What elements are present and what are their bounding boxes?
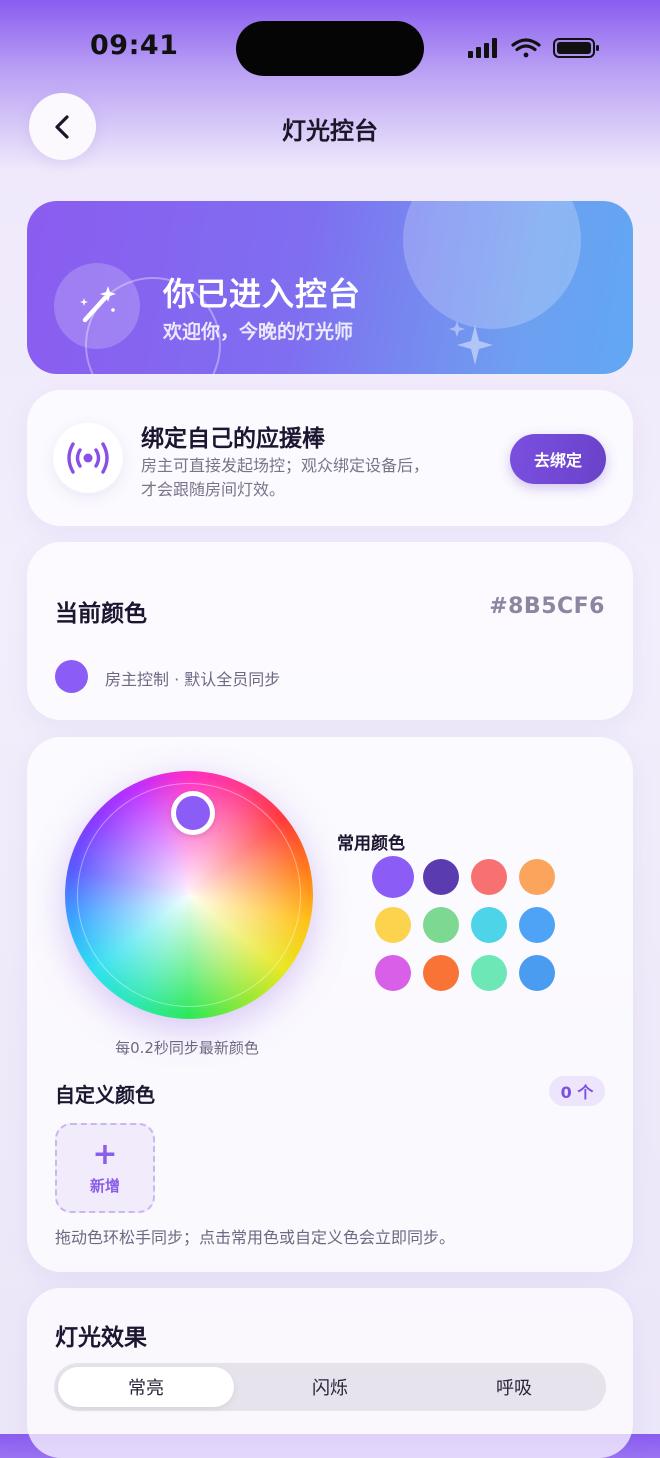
effect-option[interactable]: 常亮: [58, 1367, 234, 1407]
color-wheel-container: [65, 771, 313, 1019]
bind-desc-line: 才会跟随房间灯效。: [141, 480, 286, 499]
wifi-icon: [511, 38, 541, 58]
color-swatch[interactable]: [471, 955, 507, 991]
add-custom-color-button[interactable]: + 新增: [55, 1123, 155, 1213]
dynamic-island: [236, 21, 424, 76]
broadcast-icon: [67, 442, 109, 474]
color-swatch[interactable]: [423, 907, 459, 943]
custom-colors-count: 0 个: [549, 1076, 605, 1106]
bind-title: 绑定自己的应援棒: [141, 426, 325, 452]
color-swatch[interactable]: [372, 856, 414, 898]
color-swatch[interactable]: [375, 907, 411, 943]
signal-icon: [468, 38, 497, 58]
bind-desc-line: 房主可直接发起场控；观众绑定设备后，: [141, 456, 430, 475]
custom-colors-label: 自定义颜色: [55, 1083, 155, 1107]
plus-icon: +: [92, 1136, 118, 1172]
color-swatch[interactable]: [423, 955, 459, 991]
light-effects-label: 灯光效果: [55, 1325, 147, 1351]
color-swatch[interactable]: [519, 955, 555, 991]
bind-button[interactable]: 去绑定: [510, 434, 606, 484]
color-swatch[interactable]: [423, 859, 459, 895]
color-swatch[interactable]: [471, 907, 507, 943]
wheel-sync-hint: 每0.2秒同步最新颜色: [115, 1039, 259, 1057]
effect-option[interactable]: 闪烁: [242, 1367, 418, 1407]
magic-wand-icon: [80, 286, 116, 323]
battery-icon: [553, 38, 599, 58]
color-swatch[interactable]: [519, 859, 555, 895]
color-wheel[interactable]: [65, 771, 313, 1019]
picker-footer-hint: 拖动色环松手同步；点击常用色或自定义色会立即同步。: [55, 1228, 456, 1247]
status-icons: [468, 38, 599, 58]
status-time: 09:41: [90, 30, 179, 61]
banner-icon-badge: [54, 263, 140, 349]
welcome-banner: 你已进入控台 欢迎你，今晚的灯光师: [27, 201, 633, 374]
banner-subtitle: 欢迎你，今晚的灯光师: [163, 321, 354, 343]
current-color-note: 房主控制 · 默认全员同步: [105, 670, 281, 689]
color-picker-card: 每0.2秒同步最新颜色 常用颜色 自定义颜色 0 个 + 新增 拖动色环松手同步…: [27, 737, 633, 1272]
common-colors-label: 常用颜色: [337, 834, 405, 854]
banner-decor-circle: [403, 201, 581, 329]
common-colors-grid: [372, 856, 565, 991]
color-swatch[interactable]: [375, 955, 411, 991]
bind-device-card: 绑定自己的应援棒 房主可直接发起场控；观众绑定设备后， 才会跟随房间灯效。 去绑…: [27, 390, 633, 526]
color-wheel-handle[interactable]: [171, 791, 215, 835]
current-color-hex: #8B5CF6: [489, 594, 605, 619]
current-color-swatch: [55, 660, 88, 693]
effect-segmented-control: 常亮 闪烁 呼吸: [54, 1363, 606, 1411]
effect-option[interactable]: 呼吸: [426, 1367, 602, 1407]
banner-title: 你已进入控台: [163, 275, 362, 313]
color-swatch[interactable]: [519, 907, 555, 943]
current-color-label: 当前颜色: [55, 601, 147, 627]
current-color-card: 当前颜色 #8B5CF6 房主控制 · 默认全员同步: [27, 542, 633, 720]
bind-description: 房主可直接发起场控；观众绑定设备后， 才会跟随房间灯效。: [141, 454, 471, 502]
page-title: 灯光控台: [282, 117, 378, 145]
color-swatch[interactable]: [471, 859, 507, 895]
light-effects-card: 灯光效果 常亮 闪烁 呼吸: [27, 1288, 633, 1458]
add-custom-color-label: 新增: [89, 1176, 120, 1195]
broadcast-badge: [53, 423, 123, 493]
sparkle-icon: [449, 321, 493, 365]
